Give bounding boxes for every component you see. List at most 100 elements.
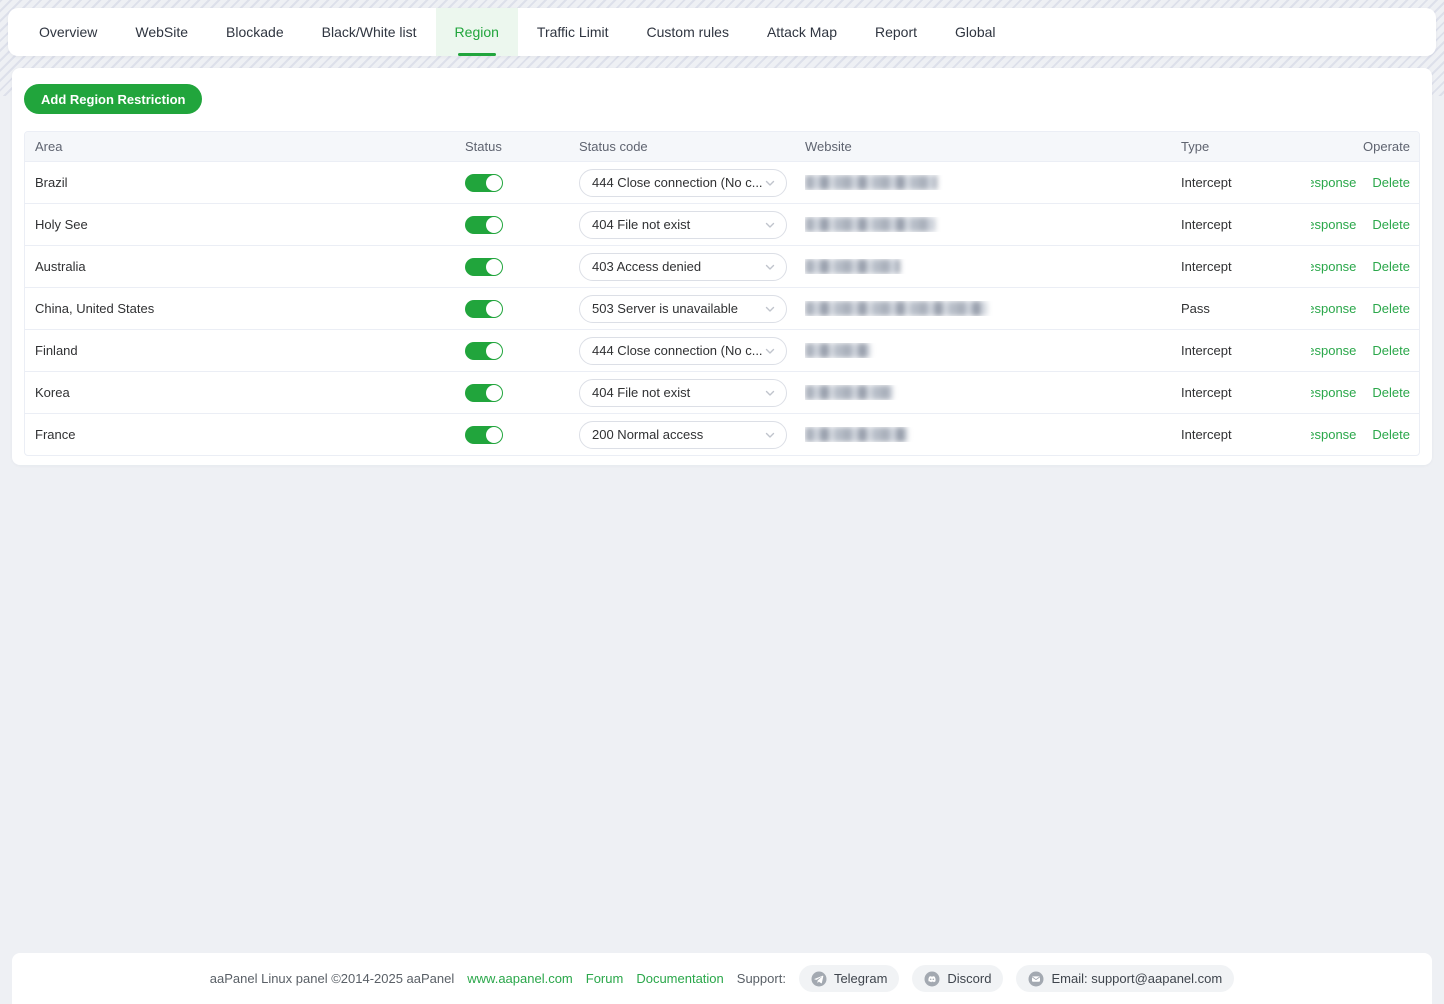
telegram-badge-label: Telegram (834, 971, 887, 986)
status-toggle[interactable] (465, 342, 503, 360)
delete-link[interactable]: Delete (1372, 259, 1410, 274)
header-area: Area (25, 139, 465, 154)
status-toggle[interactable] (465, 384, 503, 402)
delete-link[interactable]: Delete (1372, 427, 1410, 442)
header-operate: Operate (1311, 139, 1419, 154)
area-cell: Korea (25, 385, 465, 400)
tab-traffic-limit[interactable]: Traffic Limit (518, 8, 628, 56)
tab-overview[interactable]: Overview (20, 8, 116, 56)
tab-black-white-list[interactable]: Black/White list (303, 8, 436, 56)
support-label: Support: (737, 971, 786, 986)
chevron-down-icon (764, 429, 776, 441)
documentation-link[interactable]: Documentation (636, 971, 723, 986)
table-row: France 200 Normal access Intercept Respo… (25, 413, 1419, 455)
tab-label: Black/White list (322, 24, 417, 40)
table-row: Australia 403 Access denied Intercept Re… (25, 245, 1419, 287)
area-cell: Finland (25, 343, 465, 358)
type-cell: Intercept (1181, 385, 1311, 400)
chevron-down-icon (764, 345, 776, 357)
status-code-select[interactable]: 403 Access denied (579, 253, 787, 281)
response-link[interactable]: Response (1311, 385, 1356, 400)
area-cell: Brazil (25, 175, 465, 190)
status-code-select[interactable]: 503 Server is unavailable (579, 295, 787, 323)
toggle-knob (486, 301, 502, 317)
email-icon (1028, 971, 1044, 987)
chevron-down-icon (764, 177, 776, 189)
area-cell: China, United States (25, 301, 465, 316)
add-region-restriction-button[interactable]: Add Region Restriction (24, 84, 202, 114)
table-row: Korea 404 File not exist Intercept Respo… (25, 371, 1419, 413)
tab-region[interactable]: Region (436, 8, 518, 56)
region-panel-card: Add Region Restriction Area Status Statu… (12, 68, 1432, 465)
tab-label: Report (875, 24, 917, 40)
status-toggle[interactable] (465, 216, 503, 234)
chevron-down-icon (764, 261, 776, 273)
response-link[interactable]: Response (1311, 259, 1356, 274)
copyright-text: aaPanel Linux panel ©2014-2025 aaPanel (210, 971, 455, 986)
chevron-down-icon (764, 219, 776, 231)
website-redacted-value (805, 343, 871, 358)
tab-attack-map[interactable]: Attack Map (748, 8, 856, 56)
type-cell: Intercept (1181, 427, 1311, 442)
telegram-badge[interactable]: Telegram (799, 965, 899, 992)
discord-badge-label: Discord (947, 971, 991, 986)
tab-report[interactable]: Report (856, 8, 936, 56)
toggle-knob (486, 343, 502, 359)
table-header-row: Area Status Status code Website Type Ope… (25, 132, 1419, 161)
tab-label: Overview (39, 24, 97, 40)
delete-link[interactable]: Delete (1372, 175, 1410, 190)
toggle-knob (486, 427, 502, 443)
website-redacted-value (805, 259, 900, 274)
tab-blockade[interactable]: Blockade (207, 8, 303, 56)
header-status-code: Status code (579, 139, 805, 154)
tab-custom-rules[interactable]: Custom rules (628, 8, 748, 56)
delete-link[interactable]: Delete (1372, 385, 1410, 400)
discord-badge[interactable]: Discord (912, 965, 1003, 992)
status-code-select[interactable]: 404 File not exist (579, 379, 787, 407)
email-badge[interactable]: Email: support@aapanel.com (1016, 965, 1234, 992)
status-code-select[interactable]: 404 File not exist (579, 211, 787, 239)
response-link[interactable]: Response (1311, 301, 1356, 316)
type-cell: Intercept (1181, 175, 1311, 190)
status-code-select[interactable]: 444 Close connection (No c... (579, 337, 787, 365)
region-table: Area Status Status code Website Type Ope… (24, 131, 1420, 456)
status-code-value: 503 Server is unavailable (592, 301, 764, 316)
toggle-knob (486, 385, 502, 401)
status-code-value: 404 File not exist (592, 385, 764, 400)
active-tab-underline (458, 53, 496, 56)
status-toggle[interactable] (465, 300, 503, 318)
status-code-value: 200 Normal access (592, 427, 764, 442)
tab-label: Custom rules (647, 24, 729, 40)
type-cell: Pass (1181, 301, 1311, 316)
forum-link[interactable]: Forum (586, 971, 624, 986)
delete-link[interactable]: Delete (1372, 343, 1410, 358)
website-redacted-value (805, 175, 937, 190)
status-code-select[interactable]: 444 Close connection (No c... (579, 169, 787, 197)
response-link[interactable]: Response (1311, 217, 1356, 232)
tab-website[interactable]: WebSite (116, 8, 207, 56)
footer: aaPanel Linux panel ©2014-2025 aaPanel w… (12, 953, 1432, 1004)
delete-link[interactable]: Delete (1372, 301, 1410, 316)
status-toggle[interactable] (465, 258, 503, 276)
status-code-select[interactable]: 200 Normal access (579, 421, 787, 449)
tab-label: Global (955, 24, 995, 40)
website-redacted-value (805, 427, 908, 442)
tab-label: Attack Map (767, 24, 837, 40)
telegram-icon (811, 971, 827, 987)
response-link[interactable]: Response (1311, 175, 1356, 190)
website-link[interactable]: www.aapanel.com (467, 971, 573, 986)
tab-label: Region (455, 24, 499, 40)
delete-link[interactable]: Delete (1372, 217, 1410, 232)
tab-label: WebSite (135, 24, 188, 40)
response-link[interactable]: Response (1311, 343, 1356, 358)
response-link[interactable]: Response (1311, 427, 1356, 442)
tab-global[interactable]: Global (936, 8, 1014, 56)
status-code-value: 403 Access denied (592, 259, 764, 274)
status-code-value: 404 File not exist (592, 217, 764, 232)
area-cell: Australia (25, 259, 465, 274)
tab-label: Blockade (226, 24, 284, 40)
chevron-down-icon (764, 387, 776, 399)
status-toggle[interactable] (465, 174, 503, 192)
status-toggle[interactable] (465, 426, 503, 444)
table-row: Brazil 444 Close connection (No c... Int… (25, 161, 1419, 203)
